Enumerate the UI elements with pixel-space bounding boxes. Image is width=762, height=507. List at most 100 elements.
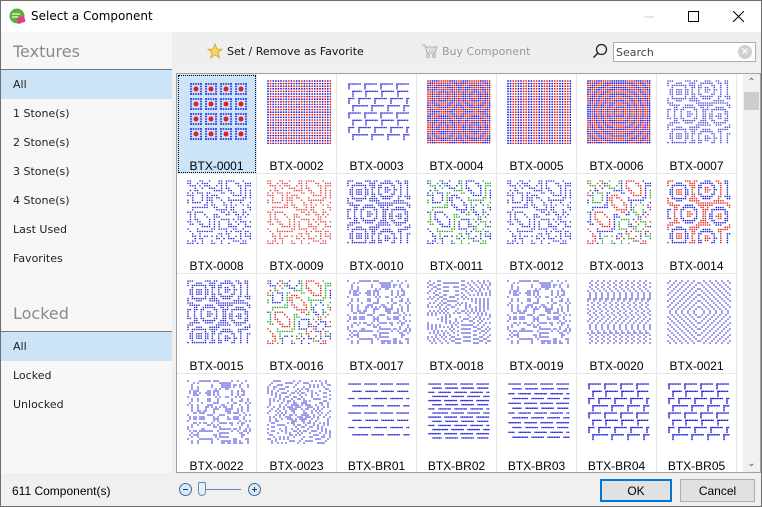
- window-title: Select a Component: [31, 9, 153, 23]
- zoom-in-icon[interactable]: [248, 483, 261, 496]
- close-button[interactable]: [716, 1, 761, 32]
- component-tile[interactable]: BTX-0018: [417, 274, 497, 374]
- component-grid-panel: BTX-0001 BTX-0002 BTX-0003 BTX-0004 BTX-0005…: [176, 73, 761, 473]
- component-tile[interactable]: BTX-0009: [257, 174, 337, 274]
- component-tile[interactable]: BTX-0015: [177, 274, 257, 374]
- texture-filter-1-stone-s[interactable]: 1 Stone(s): [1, 99, 172, 128]
- component-tile[interactable]: BTX-BR01: [337, 374, 417, 472]
- set-favorite-button[interactable]: Set / Remove as Favorite: [207, 32, 364, 70]
- component-name: BTX-BR05: [667, 459, 726, 473]
- clear-search-icon[interactable]: ×: [738, 45, 752, 59]
- component-count: 611 Component(s): [12, 484, 111, 498]
- pattern-thumbnail: [267, 280, 331, 344]
- component-name: BTX-BR03: [507, 459, 566, 473]
- pattern-thumbnail: [587, 80, 651, 144]
- minimize-button[interactable]: [626, 1, 671, 32]
- pattern-thumbnail: [267, 180, 331, 244]
- component-name: BTX-0009: [269, 259, 324, 273]
- set-favorite-label: Set / Remove as Favorite: [227, 44, 364, 58]
- component-tile[interactable]: BTX-0022: [177, 374, 257, 473]
- locked-header: Locked: [1, 294, 172, 332]
- component-tile[interactable]: BTX-0021: [657, 274, 737, 374]
- component-tile[interactable]: BTX-0005: [497, 74, 577, 174]
- pattern-thumbnail: [588, 383, 650, 441]
- component-tile[interactable]: BTX-BR05: [657, 374, 737, 473]
- component-tile[interactable]: BTX-BR04: [577, 374, 657, 472]
- pattern-thumbnail: [587, 280, 651, 344]
- component-name: BTX-0007: [669, 159, 724, 173]
- texture-filter-all[interactable]: All: [1, 70, 172, 99]
- search-input[interactable]: [614, 43, 734, 61]
- component-name: BTX-0022: [189, 459, 244, 473]
- search-field: ×: [613, 42, 756, 62]
- component-name: BTX-0015: [189, 359, 244, 373]
- buy-component-button[interactable]: Buy Component: [421, 32, 530, 70]
- texture-filter-2-stone-s[interactable]: 2 Stone(s): [1, 128, 172, 157]
- component-tile[interactable]: BTX-BR02: [417, 374, 497, 473]
- pattern-thumbnail: [428, 383, 490, 439]
- textures-header: Textures: [1, 32, 172, 70]
- thumbnail-size-slider[interactable]: [198, 482, 206, 496]
- select-component-dialog: Select a Component Textures All 1 Stone(s…: [0, 0, 762, 507]
- component-name: BTX-0005: [509, 159, 564, 173]
- pattern-thumbnail: [347, 280, 411, 344]
- component-name: BTX-0023: [269, 459, 324, 473]
- component-tile[interactable]: BTX-0023: [257, 374, 337, 473]
- scroll-up-icon[interactable]: ⌃: [743, 74, 760, 91]
- pattern-thumbnail: [267, 380, 331, 444]
- component-tile[interactable]: BTX-0004: [417, 74, 497, 174]
- component-tile[interactable]: BTX-0013: [577, 174, 657, 274]
- thumbnail-size-track[interactable]: [201, 489, 241, 490]
- pattern-thumbnail: [267, 80, 331, 144]
- pattern-thumbnail: [668, 383, 730, 441]
- component-tile[interactable]: BTX-0002: [257, 74, 337, 174]
- vertical-scrollbar[interactable]: ⌃ ⌄: [743, 74, 760, 472]
- lock-filter-all[interactable]: All: [1, 332, 172, 361]
- pattern-thumbnail: [427, 280, 491, 344]
- component-tile[interactable]: BTX-BR03: [497, 374, 577, 473]
- component-tile[interactable]: BTX-0019: [497, 274, 577, 374]
- texture-filter-favorites[interactable]: Favorites: [1, 244, 172, 273]
- scroll-down-icon[interactable]: ⌄: [743, 455, 760, 472]
- pattern-thumbnail: [347, 180, 411, 244]
- cancel-button[interactable]: Cancel: [680, 479, 755, 502]
- maximize-button[interactable]: [671, 1, 716, 32]
- texture-filter-last-used[interactable]: Last Used: [1, 215, 172, 244]
- component-name: BTX-BR02: [427, 459, 486, 473]
- component-tile[interactable]: BTX-0016: [257, 274, 337, 374]
- component-tile[interactable]: BTX-0017: [337, 274, 417, 374]
- component-tile[interactable]: BTX-0001: [177, 74, 257, 174]
- component-tile[interactable]: BTX-0020: [577, 274, 657, 374]
- pattern-thumbnail: [187, 380, 251, 444]
- component-tile[interactable]: BTX-0010: [337, 174, 417, 274]
- lock-filter-locked[interactable]: Locked: [1, 361, 172, 390]
- title-bar: Select a Component: [1, 1, 761, 32]
- component-tile[interactable]: BTX-0012: [497, 174, 577, 274]
- component-tile[interactable]: BTX-0011: [417, 174, 497, 274]
- pattern-thumbnail: [348, 83, 410, 141]
- zoom-out-icon[interactable]: [179, 483, 192, 496]
- component-tile[interactable]: BTX-0008: [177, 174, 257, 274]
- lock-filter-unlocked[interactable]: Unlocked: [1, 390, 172, 419]
- component-name: BTX-0021: [669, 359, 724, 373]
- component-tile[interactable]: BTX-0014: [657, 174, 737, 274]
- component-tile[interactable]: BTX-0006: [577, 74, 657, 174]
- component-tile[interactable]: BTX-0007: [657, 74, 737, 174]
- texture-filter-4-stone-s[interactable]: 4 Stone(s): [1, 186, 172, 215]
- texture-filter-3-stone-s[interactable]: 3 Stone(s): [1, 157, 172, 186]
- component-name: BTX-0013: [589, 259, 644, 273]
- ok-button[interactable]: OK: [600, 479, 672, 502]
- component-name: BTX-0006: [589, 159, 644, 173]
- pattern-thumbnail: [667, 80, 731, 144]
- component-tile[interactable]: BTX-0003: [337, 74, 417, 174]
- pattern-thumbnail: [667, 280, 731, 344]
- component-name: BTX-0010: [349, 259, 404, 273]
- buy-component-label: Buy Component: [442, 44, 531, 58]
- minimize-icon: [643, 16, 654, 17]
- pattern-thumbnail: [427, 80, 491, 144]
- search-icon[interactable]: [592, 43, 608, 59]
- maximize-icon: [688, 11, 699, 22]
- scrollbar-thumb[interactable]: [744, 92, 759, 110]
- star-icon: [207, 43, 223, 59]
- component-name: BTX-0008: [189, 259, 244, 273]
